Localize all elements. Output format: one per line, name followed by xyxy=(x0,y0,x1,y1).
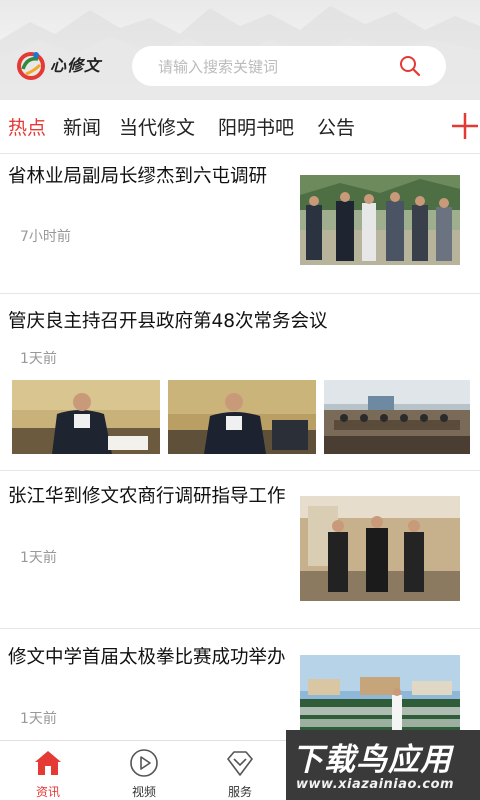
news-time: 7小时前 xyxy=(20,229,71,245)
news-thumbnail[interactable] xyxy=(168,380,316,454)
news-thumbnail[interactable] xyxy=(12,380,160,454)
add-tab-icon[interactable] xyxy=(449,110,480,142)
watermark-url: www.xiazainiao.com xyxy=(296,777,455,792)
news-time: 1天前 xyxy=(20,550,57,566)
news-item[interactable]: 修文中学首届太极拳比赛成功举办 1天前 xyxy=(0,629,480,740)
tab-yangming-reading[interactable]: 阳明书吧 xyxy=(218,113,294,140)
category-tabs: 热点 新闻 当代修文 阳明书吧 公告 xyxy=(0,100,480,154)
nav-news[interactable]: 资讯 xyxy=(8,741,88,800)
news-thumbnail[interactable] xyxy=(300,496,460,601)
search-input[interactable]: 请输入搜索关键词 xyxy=(158,56,398,77)
app-header: 心修文 请输入搜索关键词 xyxy=(0,0,480,100)
nav-services[interactable]: 服务 xyxy=(200,741,280,800)
search-icon[interactable] xyxy=(398,54,422,78)
logo-text: 心修文 xyxy=(50,56,102,75)
news-time: 1天前 xyxy=(20,351,57,367)
home-icon[interactable] xyxy=(32,747,64,779)
news-thumbnail[interactable] xyxy=(300,655,460,740)
news-title[interactable]: 省林业局副局长缪杰到六屯调研 xyxy=(8,164,292,190)
news-thumbnail[interactable] xyxy=(324,380,470,454)
news-item[interactable]: 张江华到修文农商行调研指导工作 1天前 xyxy=(0,471,480,629)
search-bar[interactable]: 请输入搜索关键词 xyxy=(132,46,446,86)
tab-news[interactable]: 新闻 xyxy=(63,113,101,140)
news-item[interactable]: 管庆良主持召开县政府第48次常务会议 1天前 xyxy=(0,294,480,471)
play-icon[interactable] xyxy=(128,747,160,779)
tab-contemporary-xiuwen[interactable]: 当代修文 xyxy=(119,113,195,140)
nav-video[interactable]: 视频 xyxy=(104,741,184,800)
news-item[interactable]: 省林业局副局长缪杰到六屯调研 7小时前 xyxy=(0,155,480,294)
news-time: 1天前 xyxy=(20,711,57,727)
diamond-icon[interactable] xyxy=(224,747,256,779)
nav-label: 资讯 xyxy=(35,785,60,799)
watermark-logo: 下载鸟应用 www.xiazainiao.com xyxy=(286,730,480,800)
watermark-title: 下载鸟应用 xyxy=(292,742,452,778)
logo-mark-icon xyxy=(17,52,45,80)
nav-label: 服务 xyxy=(227,785,252,799)
app-logo: 心修文 xyxy=(14,44,110,84)
news-thumbnail[interactable] xyxy=(300,175,460,265)
news-title[interactable]: 管庆良主持召开县政府第48次常务会议 xyxy=(8,309,468,335)
news-title[interactable]: 张江华到修文农商行调研指导工作 xyxy=(8,484,292,510)
tab-hot[interactable]: 热点 xyxy=(8,113,46,140)
nav-label: 视频 xyxy=(131,785,156,799)
news-title[interactable]: 修文中学首届太极拳比赛成功举办 xyxy=(8,645,292,671)
tab-announcements[interactable]: 公告 xyxy=(317,113,355,140)
